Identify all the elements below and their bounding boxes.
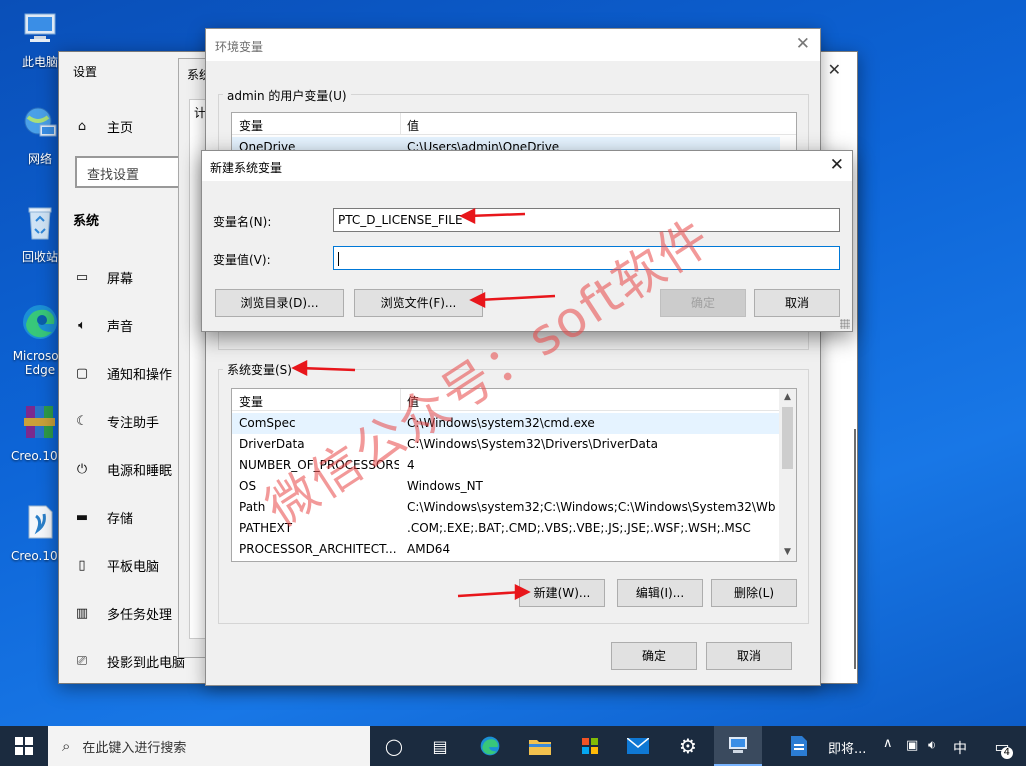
notification-center-button[interactable]: ▭ 4 — [978, 726, 1026, 766]
cortana-button[interactable]: ◯ — [370, 726, 418, 766]
search-icon: ⌕ — [62, 737, 71, 755]
tray-chevron-up-icon[interactable]: ∧ — [883, 736, 893, 751]
edge-icon — [480, 736, 500, 756]
mail-icon — [627, 738, 649, 754]
taskbar-search-input[interactable]: ⌕ 在此键入进行搜索 — [48, 726, 370, 766]
network-icon[interactable]: ▣ — [906, 738, 918, 753]
task-view-icon: ▤ — [432, 736, 448, 756]
document-icon — [791, 736, 807, 756]
volume-icon[interactable]: 🔉︎ — [928, 738, 936, 753]
annotation-arrows — [291, 207, 556, 601]
taskbar-system-properties[interactable] — [714, 726, 762, 766]
folder-icon — [529, 740, 551, 755]
taskbar-app-label[interactable]: 即将... — [828, 738, 866, 757]
computer-icon — [729, 737, 747, 753]
task-view-button[interactable]: ▤ — [416, 726, 464, 766]
notification-count-badge: 4 — [1000, 747, 1013, 759]
arrow-icon — [469, 291, 556, 309]
taskbar-store[interactable] — [566, 726, 614, 766]
taskbar-mail[interactable] — [614, 726, 662, 766]
taskbar-edge[interactable] — [466, 726, 514, 766]
windows-logo-icon — [15, 737, 33, 755]
arrow-icon — [459, 207, 526, 225]
gear-icon: ⚙ — [679, 734, 697, 758]
start-button[interactable] — [0, 726, 48, 766]
taskbar-search-placeholder: 在此键入进行搜索 — [82, 740, 187, 756]
taskbar-document[interactable] — [782, 726, 816, 766]
circle-icon: ◯ — [385, 736, 403, 756]
arrow-icon — [291, 359, 356, 377]
ime-indicator[interactable]: 中 — [953, 738, 967, 758]
taskbar: ⌕ 在此键入进行搜索 ◯ ▤ ⚙ 即将... ∧ ▣ 🔉︎ 中 ▭ 4 — [0, 726, 1026, 766]
taskbar-file-explorer[interactable] — [516, 726, 564, 766]
taskbar-settings[interactable]: ⚙ — [664, 726, 712, 766]
store-icon — [582, 738, 598, 754]
arrow-icon — [457, 583, 531, 601]
